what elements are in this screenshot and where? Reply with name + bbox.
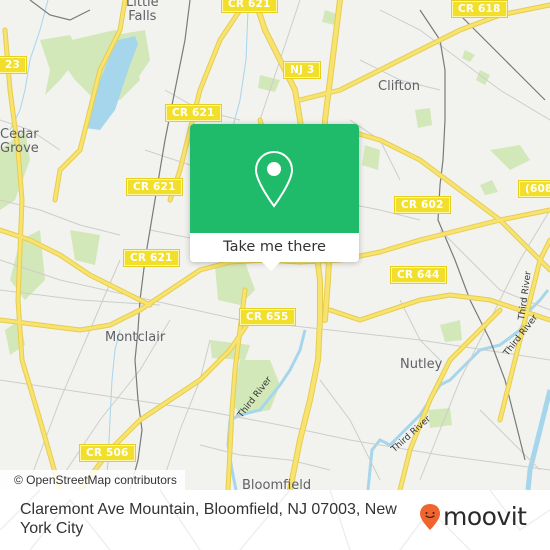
road-shield: 23 [0, 57, 27, 73]
park-area [490, 145, 530, 170]
popup-header [190, 124, 359, 233]
place-label-nutley: Nutley [400, 357, 443, 372]
passaic-river [525, 389, 550, 490]
place-label-little-falls: Little Falls [126, 0, 159, 24]
road-shield: NJ 3 [284, 62, 321, 78]
third-river [366, 289, 550, 490]
place-label-line: Falls [128, 9, 157, 24]
place-label-cedar-grove: Cedar Grove [0, 128, 39, 156]
place-label-clifton: Clifton [378, 79, 420, 94]
place-label-montclair: Montclair [105, 330, 166, 345]
park-area [415, 108, 432, 128]
popup-pointer [262, 262, 280, 271]
park-area [215, 262, 255, 305]
road-shield: CR 621 [124, 250, 179, 266]
road-shield: (608 [519, 181, 550, 197]
park-area [480, 180, 498, 195]
road-shield: CR 618 [452, 1, 507, 17]
road-shield: CR 506 [80, 445, 135, 461]
park-area [462, 50, 475, 62]
map-view[interactable]: CR 621 CR 618 23 NJ 3 CR 621 CR 621 CR 6… [0, 0, 550, 490]
stream [231, 9, 249, 131]
road-shield: CR 621 [127, 179, 182, 195]
place-label-line: Cedar [0, 127, 39, 142]
rail-line [29, 0, 91, 21]
map-pin-icon [254, 150, 294, 208]
road-shield: CR 655 [240, 309, 295, 325]
park-area [362, 145, 380, 170]
park-area [428, 408, 452, 428]
address-text: Claremont Ave Mountain, Bloomfield, NJ 0… [20, 501, 397, 537]
place-label-bloomfield: Bloomfield [242, 478, 312, 491]
place-label-line: Grove [0, 141, 39, 156]
park-area [70, 230, 100, 265]
take-me-there-button[interactable]: Take me there [190, 233, 359, 262]
map-attribution[interactable]: © OpenStreetMap contributors [0, 470, 185, 490]
moovit-logo[interactable]: moovit [419, 502, 527, 532]
road-shield: CR 602 [395, 197, 450, 213]
moovit-smiley-pin-icon [420, 504, 440, 530]
moovit-wordmark: moovit [443, 502, 527, 531]
footer: Claremont Ave Mountain, Bloomfield, NJ 0… [0, 490, 550, 550]
location-popup: Take me there [190, 124, 359, 262]
park-area [258, 75, 280, 92]
road-shield: CR 644 [391, 267, 446, 283]
road-shield: CR 621 [166, 105, 221, 121]
road-shield: CR 621 [222, 0, 277, 12]
park-area [440, 320, 462, 342]
